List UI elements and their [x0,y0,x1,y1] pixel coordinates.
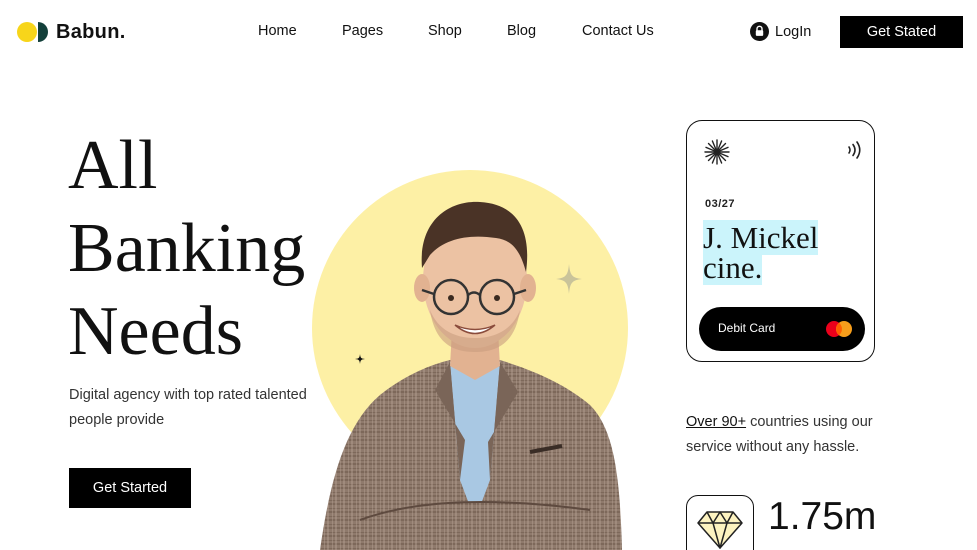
card-holder-name: J. Mickel cine. [703,220,819,285]
hero-title: All Banking Needs [68,124,305,373]
get-started-button[interactable]: Get Started [69,468,191,508]
card-type-label: Debit Card [718,321,776,335]
login-label: LogIn [775,23,812,40]
countries-text: Over 90+ countries using our service wit… [686,410,896,460]
contactless-icon [848,141,861,159]
hero-title-line: Banking [68,210,306,287]
nav-item-shop[interactable]: Shop [428,23,462,39]
nav-item-blog[interactable]: Blog [507,23,536,39]
hero-subtitle: Digital agency with top rated talented p… [69,387,307,428]
countries-highlight-link[interactable]: Over 90+ [686,414,746,430]
mastercard-icon [826,321,852,337]
stat-value: 1.75m [768,495,877,538]
login-link[interactable]: LogIn [750,22,811,41]
diamond-icon [697,511,743,549]
hero-person-image [320,201,622,550]
get-stated-button[interactable]: Get Stated [840,16,963,48]
debit-card: 03/27 J. Mickel cine. Debit Card [686,120,875,362]
hero-title-line: Needs [68,293,243,370]
nav-item-pages[interactable]: Pages [342,23,383,39]
stat-icon-box [686,495,754,550]
card-holder-name-line: cine. [703,250,763,285]
starburst-icon [704,139,730,165]
card-type-bar: Debit Card [699,307,865,351]
hero-title-line: All [68,127,158,204]
nav-item-home[interactable]: Home [258,23,297,39]
card-expiry: 03/27 [705,198,736,210]
lock-icon [750,22,769,41]
nav-item-contact-us[interactable]: Contact Us [582,23,654,39]
main-nav: Home Pages Shop Blog Contact Us [0,23,977,43]
